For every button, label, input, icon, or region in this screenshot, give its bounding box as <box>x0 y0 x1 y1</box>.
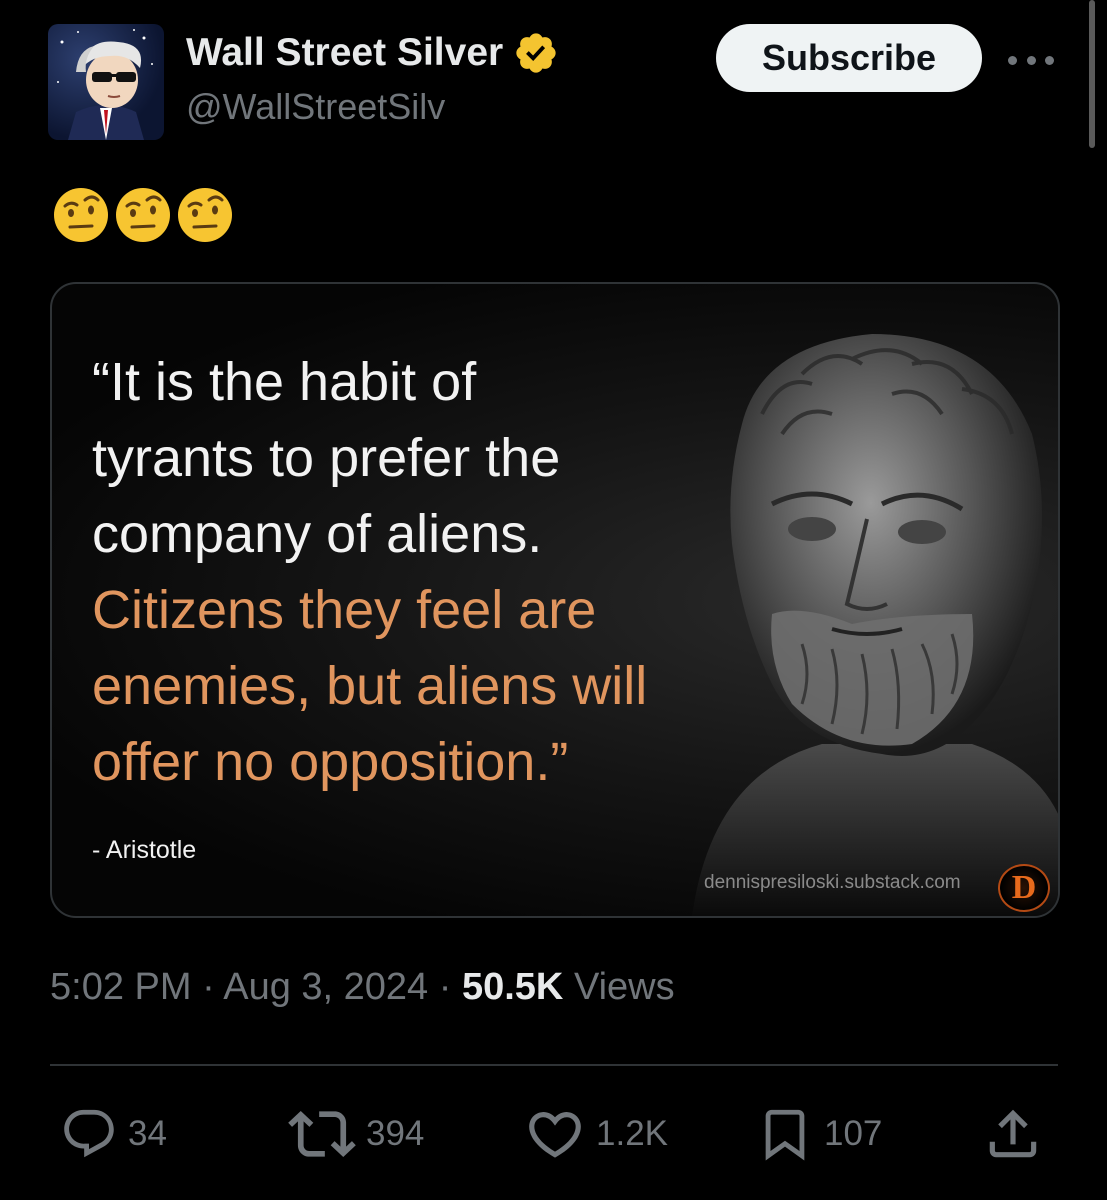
repost-button[interactable]: 394 <box>288 1104 424 1164</box>
display-name-text: Wall Street Silver <box>186 31 504 74</box>
share-button[interactable] <box>982 1104 1044 1164</box>
quote-line: company of aliens. <box>92 504 543 564</box>
author-handle[interactable]: @WallStreetSilv <box>186 86 445 128</box>
quote-text: “It is the habit of tyrants to prefer th… <box>92 344 772 800</box>
reply-icon <box>64 1109 114 1158</box>
quote-line-highlight: offer no opposition.” <box>92 732 569 792</box>
quote-line: “It is the habit of <box>92 352 477 412</box>
quote-line: tyrants to prefer the <box>92 428 561 488</box>
repost-icon <box>288 1110 356 1158</box>
quote-line-highlight: Citizens they feel are <box>92 580 597 640</box>
raised-eyebrow-emoji-icon <box>178 188 232 242</box>
reply-button[interactable]: 34 <box>60 1104 167 1164</box>
bookmark-count: 107 <box>824 1114 883 1153</box>
quote-line-highlight: enemies, but aliens will <box>92 656 648 716</box>
post-text <box>52 186 234 244</box>
post-media-image[interactable]: “It is the habit of tyrants to prefer th… <box>50 282 1060 918</box>
meta-separator: · <box>202 966 224 1008</box>
bookmark-icon <box>765 1109 805 1161</box>
reply-count: 34 <box>128 1114 167 1153</box>
author-avatar[interactable] <box>48 24 164 140</box>
more-dot <box>1008 55 1017 65</box>
bookmark-button[interactable]: 107 <box>756 1104 882 1164</box>
raised-eyebrow-emoji-icon <box>116 188 170 242</box>
page-scrollbar[interactable] <box>1089 0 1095 148</box>
share-icon <box>989 1109 1037 1158</box>
avatar-image <box>57 29 153 140</box>
views-count: 50.5K <box>461 966 564 1008</box>
like-count: 1.2K <box>596 1114 668 1153</box>
like-button[interactable]: 1.2K <box>524 1104 668 1164</box>
image-watermark: dennispresiloski.substack.com <box>704 872 961 893</box>
quote-attribution: - Aristotle <box>92 836 197 864</box>
repost-count: 394 <box>366 1114 425 1153</box>
post-date[interactable]: Aug 3, 2024 <box>223 966 428 1008</box>
heart-icon <box>529 1112 581 1158</box>
verified-badge-icon[interactable] <box>513 30 559 76</box>
subscribe-button[interactable]: Subscribe <box>716 24 982 92</box>
author-display-name[interactable]: Wall Street Silver <box>186 30 559 76</box>
meta-separator: · <box>438 966 462 1008</box>
raised-eyebrow-emoji-icon <box>54 188 108 242</box>
views-label: Views <box>573 966 675 1008</box>
post-time[interactable]: 5:02 PM <box>50 966 192 1008</box>
more-dot <box>1045 55 1054 65</box>
post-meta: 5:02 PM · Aug 3, 2024 · 50.5K Views <box>50 966 675 1009</box>
more-options-icon[interactable] <box>1008 46 1054 74</box>
more-dot <box>1026 55 1036 65</box>
divider <box>50 1064 1058 1066</box>
watermark-logo: D <box>998 864 1050 912</box>
